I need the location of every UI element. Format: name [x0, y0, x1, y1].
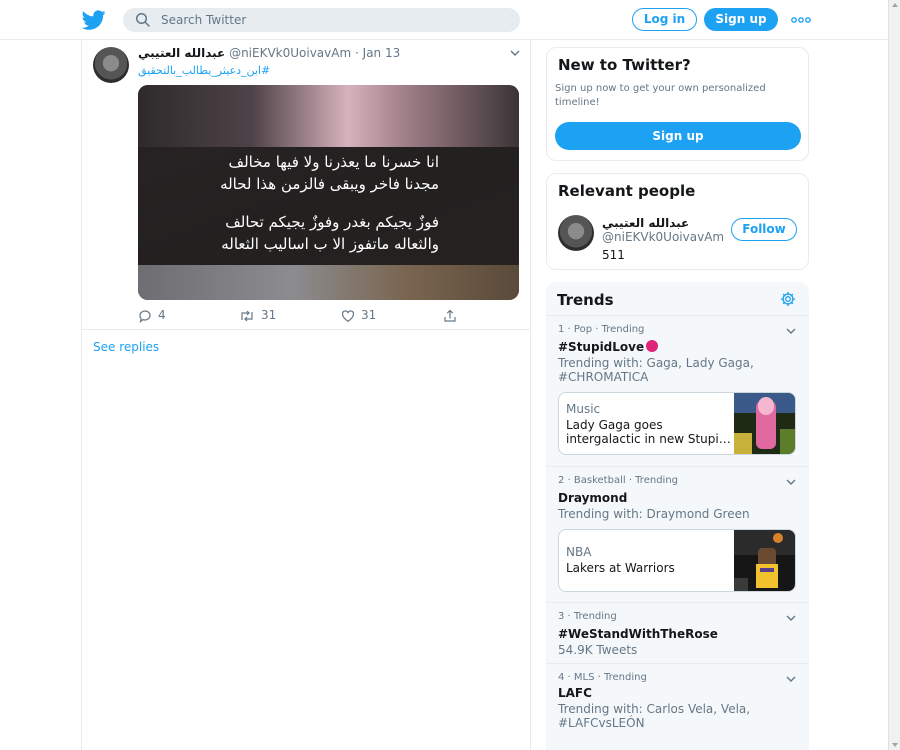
tweet-image[interactable]: انا خسرنا ما يعذرنا ولا فيها مخالف مجدنا… — [138, 85, 519, 300]
separator-dot: · — [355, 46, 359, 60]
author-handle[interactable]: @niEKVk0UoivavAm — [229, 46, 351, 60]
chevron-down-icon[interactable] — [786, 615, 796, 621]
search-icon — [135, 12, 150, 27]
gear-icon[interactable] — [780, 291, 796, 307]
trend-name[interactable]: Draymond — [558, 491, 627, 505]
trend-name[interactable]: #StupidLove — [558, 340, 659, 354]
timeline-column: عبدالله العتيبي @niEKVk0UoivavAm · Jan 1… — [81, 40, 531, 750]
retweet-icon — [241, 310, 253, 322]
chevron-down-icon[interactable] — [786, 676, 796, 682]
relevant-people-title: Relevant people — [558, 182, 696, 200]
search-input[interactable] — [161, 8, 511, 32]
heart-emoji-icon — [646, 340, 659, 352]
scroll-down-arrow-icon[interactable] — [892, 743, 898, 747]
image-background-bottom — [138, 265, 519, 300]
trend-item[interactable]: 4 · MLS · Trending LAFC Trending with: C… — [546, 663, 809, 743]
login-button[interactable]: Log in — [632, 8, 697, 31]
news-thumbnail-image — [734, 530, 795, 591]
trend-context: Trending with: Draymond Green — [558, 507, 750, 521]
trend-name[interactable]: #WeStandWithTheRose — [558, 627, 718, 641]
follow-button[interactable]: Follow — [731, 218, 797, 241]
new-to-twitter-description: Sign up now to get your own personalized… — [555, 83, 766, 108]
reply-count: 4 — [158, 308, 166, 322]
news-card[interactable]: NBA Lakers at Warriors — [558, 529, 796, 592]
reply-icon — [139, 310, 151, 323]
person-handle[interactable]: @niEKVk0UoivavAm — [602, 230, 724, 244]
news-category: Music — [566, 402, 601, 416]
tweet-date[interactable]: Jan 13 — [363, 46, 401, 60]
trend-item[interactable]: 1 · Pop · Trending #StupidLove Trending … — [546, 315, 809, 466]
news-card[interactable]: Music Lady Gaga goes intergalactic in ne… — [558, 392, 796, 455]
signup-button[interactable]: Sign up — [704, 8, 778, 31]
trend-meta: 3 · Trending — [558, 611, 617, 622]
more-options-icon[interactable] — [790, 13, 812, 27]
author-avatar[interactable] — [93, 47, 129, 83]
trend-context: 54.9K Tweets — [558, 643, 638, 657]
trend-meta: 2 · Basketball · Trending — [558, 475, 679, 486]
see-replies-link[interactable]: See replies — [93, 340, 159, 354]
new-to-twitter-card: New to Twitter? Sign up now to get your … — [546, 47, 809, 161]
person-count: 511 — [602, 248, 625, 262]
new-to-twitter-title: New to Twitter? — [558, 56, 691, 74]
tweet-header: عبدالله العتيبي @niEKVk0UoivavAm · Jan 1… — [138, 46, 518, 62]
image-text-line: مجدنا فاخر ويبقى فالزمن هذا لحاله — [220, 175, 439, 193]
scroll-up-arrow-icon[interactable] — [892, 3, 898, 7]
image-text-line: فوزٌ يجيكم بغدر وفوزٌ يجيكم تحالف — [225, 213, 439, 231]
tweet-actions: 4 31 31 — [138, 308, 518, 324]
tweet-hashtag-link[interactable]: #ابن_دعيثر_يطالب_بالتحقيق — [138, 64, 270, 77]
news-headline[interactable]: Lady Gaga goes intergalactic in new Stup… — [566, 418, 731, 446]
trend-context: Trending with: Carlos Vela, Vela, #LAFCv… — [558, 702, 751, 730]
trend-context: Trending with: Gaga, Lady Gaga, #CHROMAT… — [558, 356, 754, 384]
person-avatar[interactable] — [558, 215, 594, 251]
trend-item[interactable]: 2 · Basketball · Trending Draymond Trend… — [546, 466, 809, 602]
trend-item[interactable]: 3 · Trending #WeStandWithTheRose 54.9K T… — [546, 602, 809, 663]
twitter-logo-icon[interactable] — [82, 8, 106, 32]
image-background-top — [138, 85, 519, 147]
trend-name-text: #StupidLove — [558, 340, 645, 354]
trend-meta: 4 · MLS · Trending — [558, 672, 647, 683]
like-count: 31 — [361, 308, 377, 322]
news-thumbnail-image — [734, 393, 795, 454]
news-headline[interactable]: Lakers at Warriors — [566, 561, 731, 575]
chevron-down-icon[interactable] — [510, 50, 520, 56]
tweet[interactable]: عبدالله العتيبي @niEKVk0UoivavAm · Jan 1… — [82, 40, 530, 330]
news-category: NBA — [566, 545, 592, 559]
trends-title: Trends — [557, 291, 614, 309]
share-icon — [444, 309, 456, 322]
retweet-count: 31 — [261, 308, 277, 322]
search-box[interactable] — [123, 8, 520, 32]
relevant-people-card: Relevant people عبدالله العتيبي @niEKVk0… — [546, 173, 809, 270]
sidebar-signup-button[interactable]: Sign up — [555, 122, 801, 150]
image-text-line: والثعاله ماتفوز الا ب اساليب الثعاله — [221, 235, 439, 253]
heart-icon — [341, 310, 355, 323]
chevron-down-icon[interactable] — [786, 328, 796, 334]
image-text-band: انا خسرنا ما يعذرنا ولا فيها مخالف مجدنا… — [138, 147, 519, 265]
author-name[interactable]: عبدالله العتيبي — [138, 46, 225, 60]
trend-name[interactable]: LAFC — [558, 686, 592, 700]
trends-panel: Trends 1 · Pop · Trending #StupidLove Tr… — [546, 282, 809, 750]
image-text-line: انا خسرنا ما يعذرنا ولا فيها مخالف — [228, 153, 439, 171]
trend-meta: 1 · Pop · Trending — [558, 324, 645, 335]
top-bar: Log in Sign up — [0, 0, 888, 40]
person-name[interactable]: عبدالله العتيبي — [602, 216, 689, 230]
chevron-down-icon[interactable] — [786, 479, 796, 485]
page-scrollbar[interactable] — [888, 0, 900, 750]
